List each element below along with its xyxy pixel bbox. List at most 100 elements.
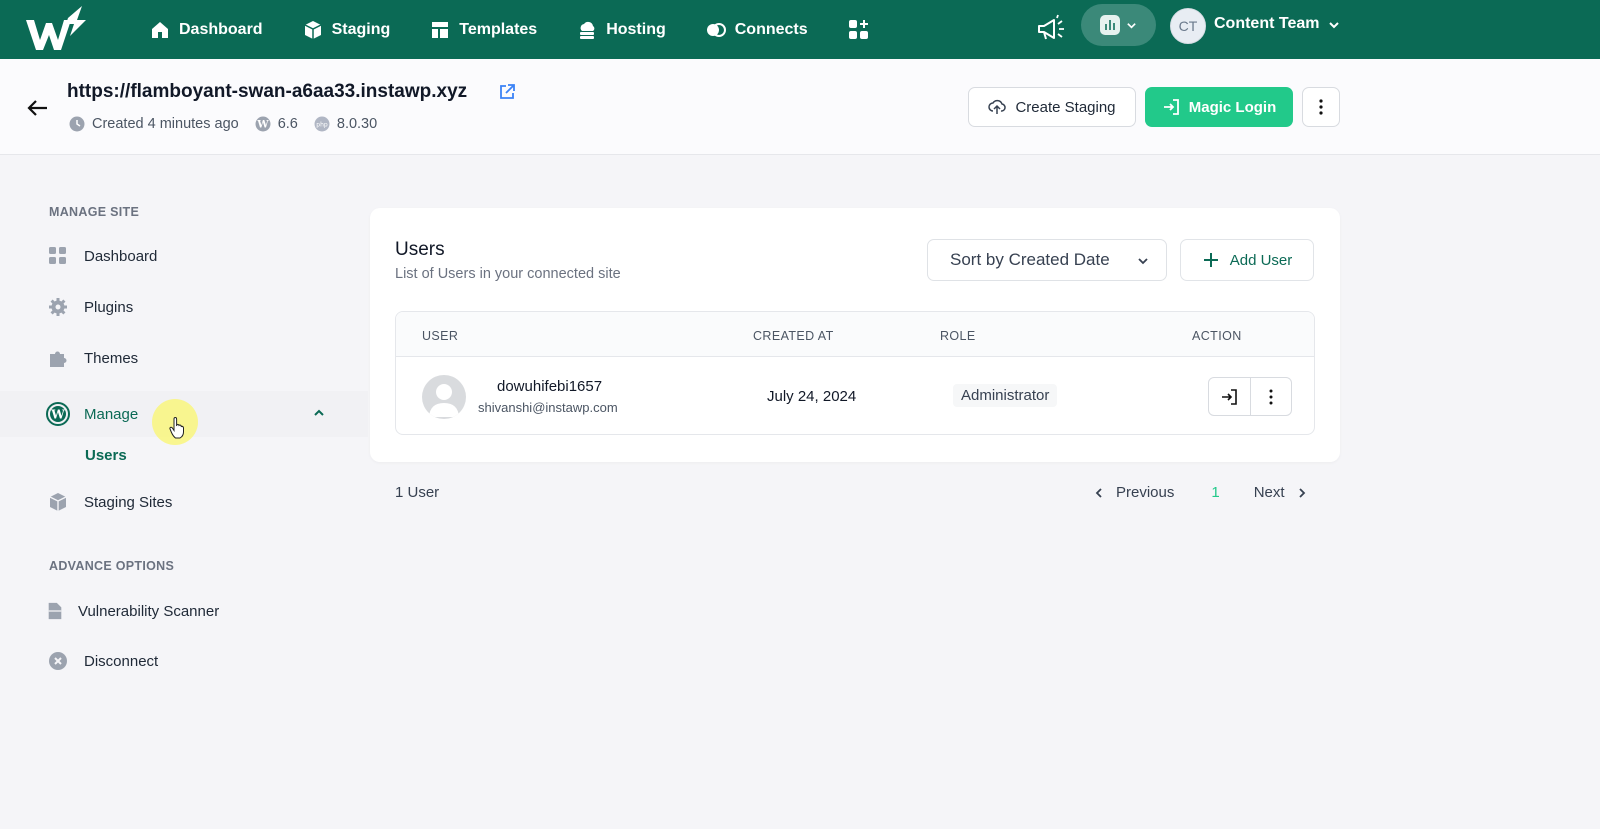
pagination: Previous 1 Next xyxy=(1092,484,1309,501)
next-label: Next xyxy=(1253,484,1285,501)
top-navbar: Dashboard Staging Templates Hosting Conn… xyxy=(0,0,1600,59)
sidebar-item-label: Themes xyxy=(84,349,139,367)
user-count: 1 User xyxy=(395,484,440,501)
nav-templates-label: Templates xyxy=(459,20,538,38)
sidebar-item-dashboard[interactable]: Dashboard xyxy=(0,233,368,279)
nav-connects[interactable]: Connects xyxy=(706,0,808,59)
kebab-menu-icon xyxy=(1319,99,1323,115)
document-icon xyxy=(48,602,62,620)
chevron-up-icon[interactable] xyxy=(312,406,326,420)
table-row: dowuhifebi1657 shivanshi@instawp.com Jul… xyxy=(396,357,1314,434)
sidebar-item-label: Plugins xyxy=(84,298,134,316)
wp-version-text: 6.6 xyxy=(277,116,298,132)
next-page-button[interactable]: Next xyxy=(1254,484,1309,501)
sidebar: MANAGE SITE Dashboard Plugins Themes W M… xyxy=(0,155,368,829)
sidebar-item-label: Dashboard xyxy=(84,247,158,265)
template-icon xyxy=(432,21,449,38)
back-arrow-icon[interactable] xyxy=(26,96,50,120)
user-role-badge: Administrator xyxy=(953,384,1058,407)
sort-select-value: Sort by Created Date xyxy=(950,250,1110,269)
user-username: dowuhifebi1657 xyxy=(497,378,603,395)
chevron-down-icon xyxy=(1138,258,1148,265)
close-circle-icon xyxy=(49,652,67,670)
sidebar-item-themes[interactable]: Themes xyxy=(0,335,368,381)
cube-icon xyxy=(304,20,321,39)
site-header: https://flamboyant-swan-a6aa33.instawp.x… xyxy=(0,59,1600,155)
instawp-logo[interactable] xyxy=(24,6,88,52)
magic-login-label: Magic Login xyxy=(1188,98,1277,116)
login-as-user-button[interactable] xyxy=(1209,378,1250,415)
php-icon: php xyxy=(314,116,330,132)
add-user-label: Add User xyxy=(1229,251,1293,269)
create-staging-button[interactable]: Create Staging xyxy=(968,87,1136,127)
toggle-icon xyxy=(706,22,726,37)
table-header: USER CREATED AT ROLE ACTION xyxy=(396,312,1314,357)
sidebar-item-vulnerability-scanner[interactable]: Vulnerability Scanner xyxy=(0,588,368,634)
megaphone-icon[interactable] xyxy=(1034,12,1068,46)
row-actions xyxy=(1208,377,1292,416)
sidebar-item-plugins[interactable]: Plugins xyxy=(0,284,368,330)
chevron-right-icon xyxy=(1298,487,1305,498)
sidebar-item-label: Disconnect xyxy=(84,652,159,670)
site-url: https://flamboyant-swan-a6aa33.instawp.x… xyxy=(67,81,468,102)
previous-page-button[interactable]: Previous xyxy=(1092,484,1174,501)
chevron-left-icon xyxy=(1095,487,1102,498)
row-more-button[interactable] xyxy=(1249,378,1291,415)
advance-options-title: ADVANCE OPTIONS xyxy=(49,559,175,573)
user-avatar[interactable]: CT xyxy=(1170,8,1206,44)
svg-text:php: php xyxy=(316,122,328,129)
nav-hosting[interactable]: Hosting xyxy=(577,0,666,59)
person-icon xyxy=(429,384,459,417)
nav-staging[interactable]: Staging xyxy=(303,0,391,59)
chevron-down-icon[interactable] xyxy=(1327,18,1341,32)
user-name[interactable]: Content Team xyxy=(1214,15,1319,33)
column-header-user: USER xyxy=(422,329,459,343)
kebab-menu-icon xyxy=(1269,389,1273,404)
add-user-button[interactable]: Add User xyxy=(1180,239,1314,281)
cube-icon xyxy=(49,493,67,511)
user-avatar-placeholder xyxy=(422,375,466,419)
users-subtitle: List of Users in your connected site xyxy=(395,266,621,282)
site-stats-dropdown[interactable] xyxy=(1081,4,1156,46)
sidebar-item-staging-sites[interactable]: Staging Sites xyxy=(0,479,368,525)
sidebar-item-label: Vulnerability Scanner xyxy=(78,602,220,620)
nav-dashboard[interactable]: Dashboard xyxy=(150,0,263,59)
login-icon xyxy=(1222,388,1238,405)
page-number-1[interactable]: 1 xyxy=(1211,484,1219,501)
user-created-at: July 24, 2024 xyxy=(767,388,857,405)
svg-text:W: W xyxy=(256,120,269,131)
previous-label: Previous xyxy=(1116,484,1175,501)
nav-staging-label: Staging xyxy=(331,20,391,38)
users-card: Users List of Users in your connected si… xyxy=(370,208,1340,462)
sort-select[interactable]: Sort by Created Date xyxy=(927,239,1167,281)
nav-connects-label: Connects xyxy=(734,20,808,38)
plus-icon xyxy=(1203,253,1218,267)
grid-icon xyxy=(49,247,66,264)
manage-site-title: MANAGE SITE xyxy=(49,205,140,219)
puzzle-icon xyxy=(50,351,67,367)
wordpress-icon: W xyxy=(255,116,271,132)
nav-hosting-label: Hosting xyxy=(606,20,666,38)
sidebar-subitem-users[interactable]: Users xyxy=(85,447,127,464)
magic-login-button[interactable]: Magic Login xyxy=(1145,87,1293,127)
apps-grid-icon[interactable] xyxy=(848,19,870,41)
sidebar-item-label: Staging Sites xyxy=(84,493,173,511)
wordpress-icon: W xyxy=(46,402,70,426)
cloud-icon xyxy=(580,21,595,39)
php-version-text: 8.0.30 xyxy=(336,116,378,132)
hand-cursor-icon xyxy=(169,417,184,439)
more-options-button[interactable] xyxy=(1302,87,1340,127)
external-link-icon[interactable] xyxy=(498,83,516,101)
user-email: shivanshi@instawp.com xyxy=(478,400,618,415)
site-meta: Created 4 minutes ago W 6.6 php 8.0.30 xyxy=(69,116,393,132)
nav-dashboard-label: Dashboard xyxy=(179,20,263,38)
nav-templates[interactable]: Templates xyxy=(430,0,537,59)
sidebar-item-disconnect[interactable]: Disconnect xyxy=(0,638,368,684)
php-version: php 8.0.30 xyxy=(314,116,377,132)
chevron-down-icon xyxy=(1127,22,1136,29)
users-table: USER CREATED AT ROLE ACTION dowuhifebi16… xyxy=(395,311,1315,435)
column-header-action: ACTION xyxy=(1192,329,1242,343)
column-header-role: ROLE xyxy=(940,329,976,343)
column-header-created-at: CREATED AT xyxy=(753,329,834,343)
created-text: Created 4 minutes ago xyxy=(92,116,239,132)
